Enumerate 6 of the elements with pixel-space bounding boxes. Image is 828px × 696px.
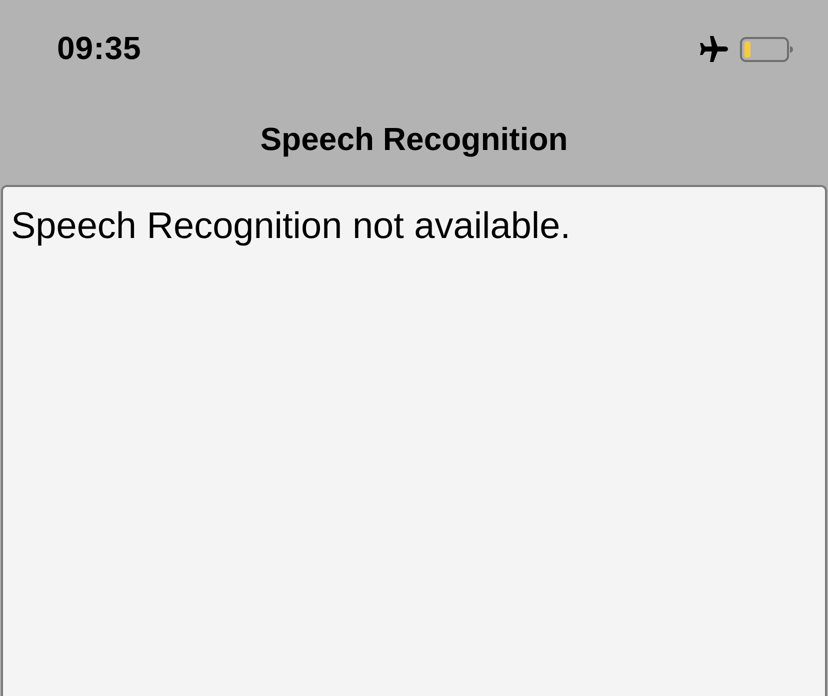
airplane-icon bbox=[698, 36, 728, 62]
status-message: Speech Recognition not available. bbox=[11, 205, 570, 248]
text-view[interactable]: Speech Recognition not available. bbox=[1, 185, 827, 696]
battery-icon bbox=[740, 36, 793, 62]
navigation-title: Speech Recognition bbox=[260, 121, 568, 158]
status-time: 09:35 bbox=[57, 31, 142, 67]
